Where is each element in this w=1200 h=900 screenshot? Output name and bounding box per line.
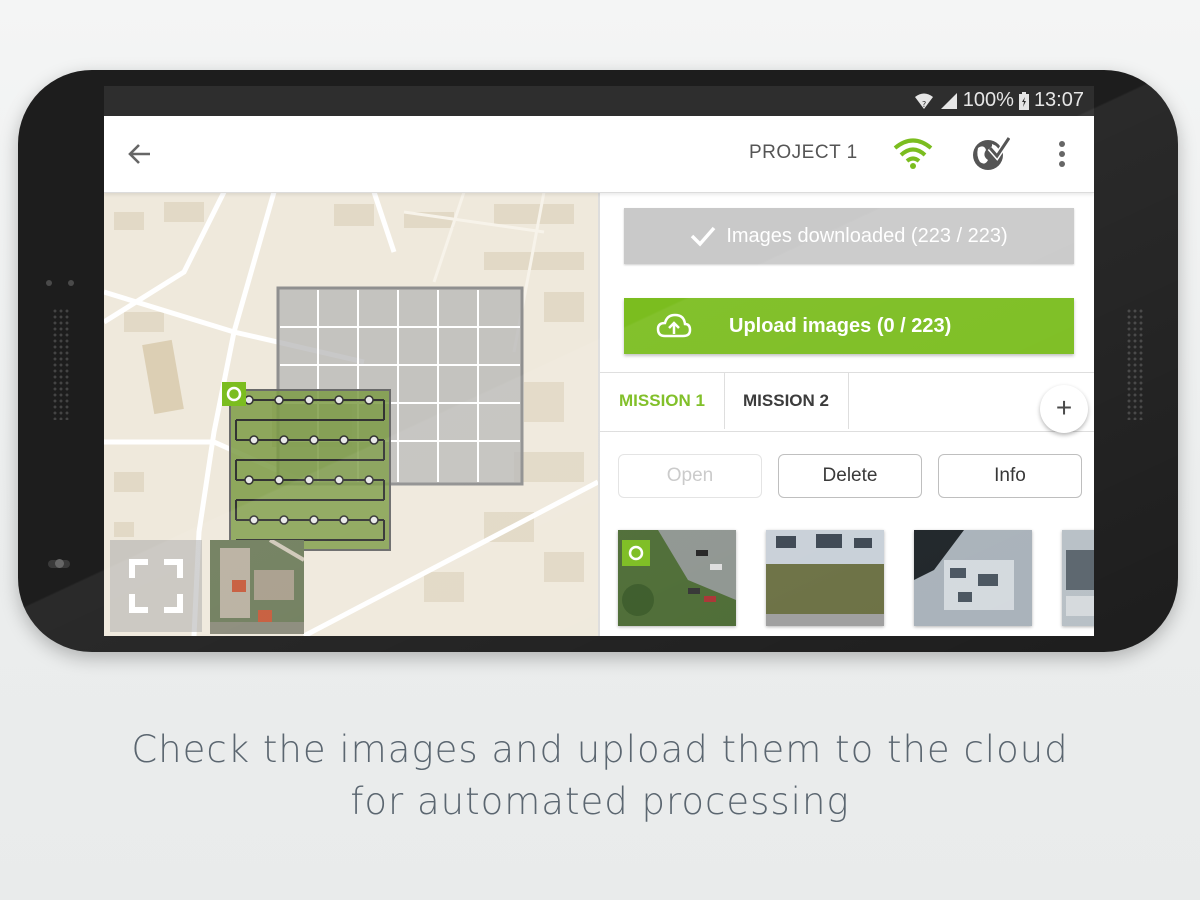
- caption: Check the images and upload them to the …: [0, 724, 1200, 828]
- sensor-dot: [68, 280, 74, 286]
- more-menu-button[interactable]: [1049, 134, 1075, 174]
- svg-text:?: ?: [922, 100, 926, 109]
- map-view[interactable]: [104, 192, 598, 636]
- mission-tabs: MISSION 1 MISSION 2 +: [600, 372, 1094, 433]
- caption-line-2: for automated processing: [350, 780, 850, 823]
- fullscreen-button[interactable]: [110, 540, 202, 632]
- aerial-photo-2: [766, 530, 884, 626]
- fullscreen-icon: [129, 559, 183, 613]
- upload-images-button[interactable]: Upload images (0 / 223): [624, 298, 1074, 354]
- images-downloaded-label: Images downloaded (223 / 223): [726, 224, 1008, 247]
- wifi-button[interactable]: [892, 136, 934, 172]
- mission-panel: Images downloaded (223 / 223) Upload ima…: [598, 192, 1094, 636]
- project-title: PROJECT 1: [749, 142, 858, 163]
- wifi-status-icon: ?: [914, 93, 933, 109]
- image-thumbnail[interactable]: [618, 530, 736, 626]
- globe-check-icon: [973, 136, 1012, 170]
- battery-icon: [1018, 91, 1029, 110]
- tab-mission-2[interactable]: MISSION 2: [724, 373, 849, 429]
- aerial-photo-1: [618, 530, 736, 626]
- screen: ? 100% 13:07 PROJECT 1 Images downloaded…: [104, 86, 1094, 636]
- open-button[interactable]: Open: [618, 454, 762, 498]
- front-camera: [48, 559, 70, 568]
- tab-mission-1[interactable]: MISSION 1: [600, 373, 725, 429]
- cloud-upload-icon: [656, 313, 692, 338]
- battery-percent: 100%: [962, 89, 1014, 111]
- back-button[interactable]: [122, 136, 158, 172]
- aerial-photo-3: [914, 530, 1032, 626]
- upload-images-label: Upload images (0 / 223): [729, 315, 952, 337]
- left-speaker: [52, 308, 70, 420]
- add-mission-button[interactable]: +: [1040, 385, 1088, 433]
- image-thumbnail[interactable]: [766, 530, 884, 626]
- satellite-preview-image: [210, 540, 304, 634]
- phone-frame: ? 100% 13:07 PROJECT 1 Images downloaded…: [18, 70, 1178, 652]
- delete-button[interactable]: Delete: [778, 454, 922, 498]
- checkmark-icon: [691, 226, 716, 247]
- app-bar: PROJECT 1: [104, 116, 1094, 193]
- clock: 13:07: [1033, 89, 1084, 111]
- image-thumbnail[interactable]: [1062, 530, 1094, 626]
- wifi-icon: [893, 138, 933, 169]
- aerial-photo-4: [1062, 530, 1094, 626]
- signal-icon: [940, 92, 957, 109]
- globe-check-button[interactable]: [970, 134, 1012, 174]
- satellite-layer-toggle[interactable]: [210, 540, 304, 634]
- sensor-dot: [46, 280, 52, 286]
- right-speaker: [1126, 308, 1144, 420]
- arrow-left-icon: [128, 144, 150, 164]
- image-thumbnail[interactable]: [914, 530, 1032, 626]
- info-button[interactable]: Info: [938, 454, 1082, 498]
- status-bar: ? 100% 13:07: [104, 86, 1094, 116]
- images-downloaded-button[interactable]: Images downloaded (223 / 223): [624, 208, 1074, 264]
- more-vert-icon: [1059, 141, 1065, 167]
- caption-line-1: Check the images and upload them to the …: [131, 728, 1069, 771]
